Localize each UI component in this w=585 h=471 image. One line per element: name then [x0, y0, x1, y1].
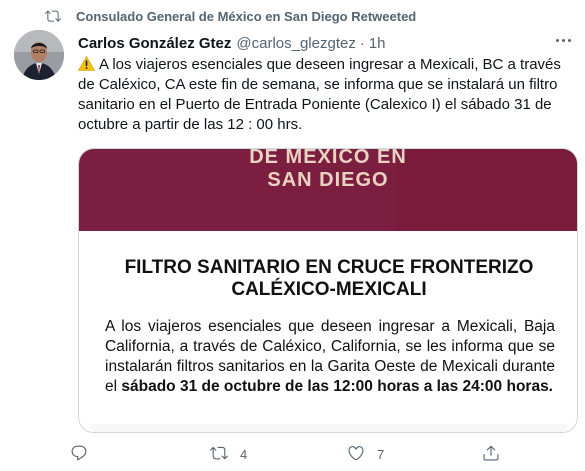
tweet-header: Carlos González Gtez @carlos_glezgtez · …: [78, 33, 386, 53]
retweet-icon: [44, 9, 62, 23]
share-icon: [482, 444, 500, 465]
notice-title: FILTRO SANITARIO EN CRUCE FRONTERIZO CAL…: [91, 257, 567, 301]
reply-button[interactable]: [70, 442, 88, 466]
more-icon[interactable]: [551, 30, 575, 50]
tweet-media-image[interactable]: DE MÉXICO EN SAN DIEGO FILTRO SANITARIO …: [78, 148, 578, 433]
notice-body: A los viajeros esenciales que deseen ing…: [105, 317, 555, 397]
notice-body-bold: sábado 31 de octubre de las 12:00 horas …: [121, 378, 553, 395]
retweet-icon: [210, 444, 228, 465]
tweet-body: A los viajeros esenciales que deseen ing…: [78, 56, 561, 133]
tweet-text: A los viajeros esenciales que deseen ing…: [77, 55, 578, 135]
like-button[interactable]: 7: [347, 442, 384, 466]
tweet-actions: 4 7: [70, 442, 530, 466]
reply-icon: [70, 444, 88, 465]
banner-text-line-1: DE MÉXICO EN: [249, 148, 407, 168]
notice-document: FILTRO SANITARIO EN CRUCE FRONTERIZO CAL…: [91, 231, 567, 432]
avatar[interactable]: [14, 30, 64, 80]
notice-title-line-2: CALÉXICO-MEXICALI: [231, 279, 427, 300]
notice-bottom-edge: [91, 424, 567, 432]
heart-icon: [347, 444, 365, 465]
banner-text-line-2: SAN DIEGO: [267, 169, 389, 191]
retweet-context-text[interactable]: Consulado General de México en San Diego…: [76, 9, 416, 24]
retweet-button[interactable]: 4: [210, 442, 247, 466]
like-count: 7: [377, 446, 385, 462]
share-button[interactable]: [482, 442, 500, 466]
separator-dot: ·: [359, 34, 365, 52]
display-name[interactable]: Carlos González Gtez: [78, 35, 231, 52]
tweet-timestamp[interactable]: 1h: [369, 35, 386, 52]
retweet-context: Consulado General de México en San Diego…: [44, 6, 416, 26]
notice-title-line-1: FILTRO SANITARIO EN CRUCE FRONTERIZO: [124, 257, 534, 278]
user-handle[interactable]: @carlos_glezgtez: [236, 35, 355, 52]
warning-icon: [77, 55, 96, 71]
retweet-count: 4: [240, 446, 248, 462]
consulate-banner: DE MÉXICO EN SAN DIEGO: [79, 149, 577, 231]
